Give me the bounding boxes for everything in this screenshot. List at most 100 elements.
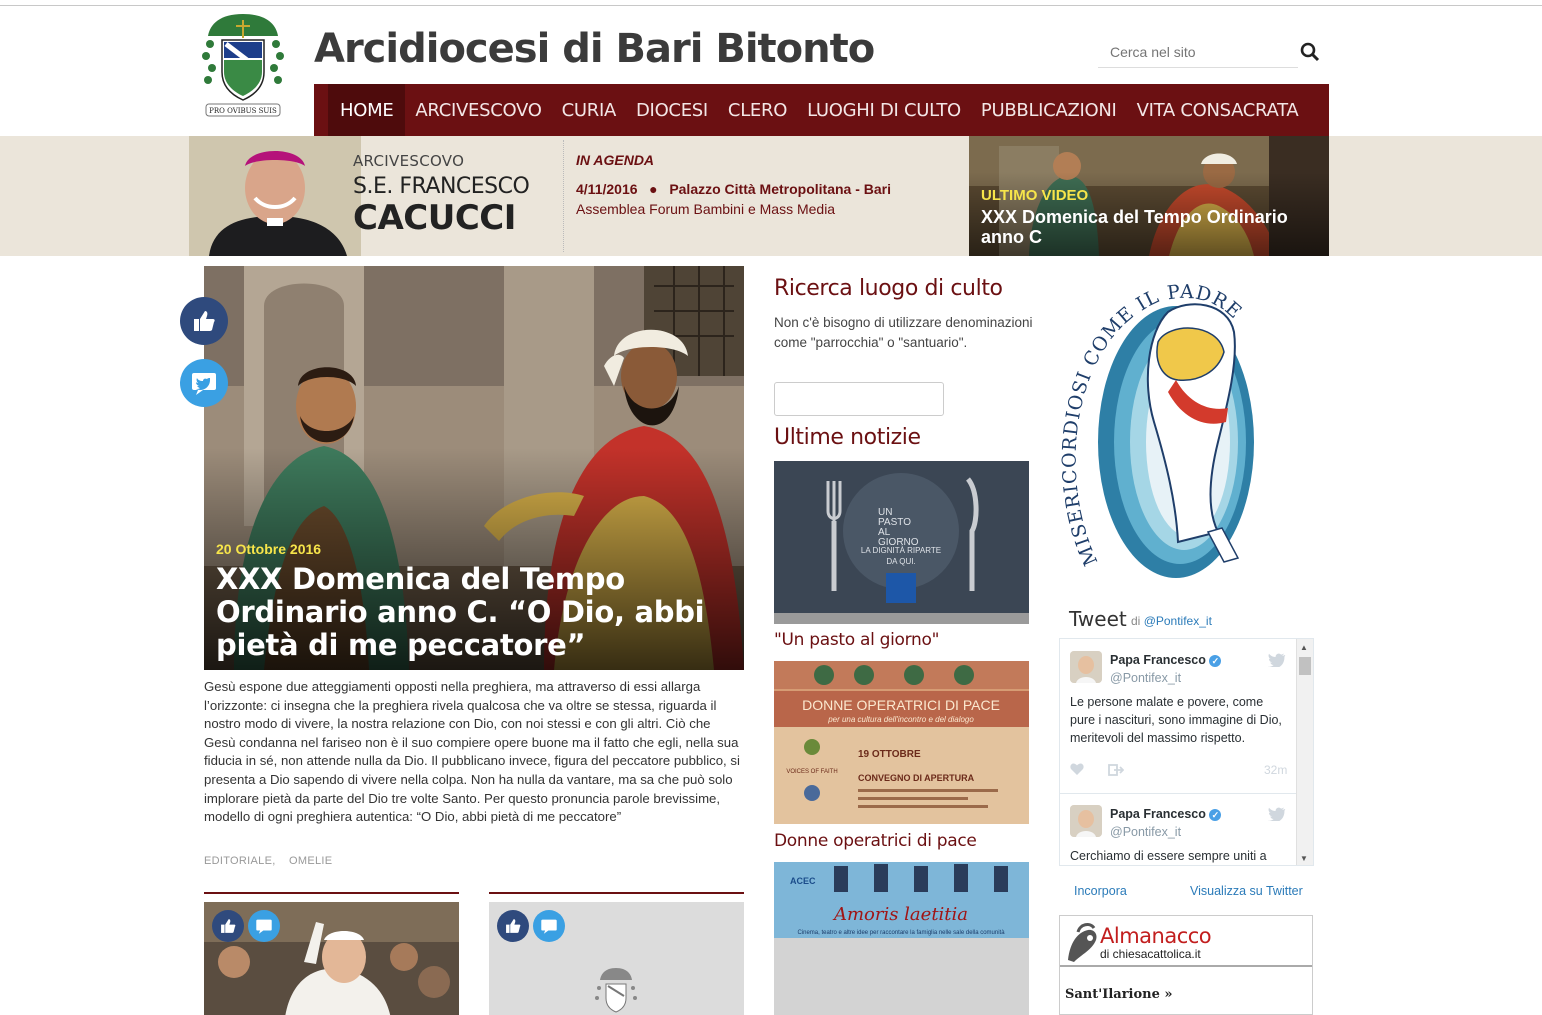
- search-input[interactable]: [1098, 38, 1298, 66]
- scroll-up-icon[interactable]: ▲: [1300, 643, 1308, 652]
- nav-item-home[interactable]: HOME: [328, 84, 406, 136]
- agenda-place: Palazzo Città Metropolitana - Bari: [669, 181, 892, 197]
- news-img-text: LA DIGNITÀ RIPARTE: [861, 546, 941, 555]
- news-img-text: Amoris laetitia: [832, 904, 968, 925]
- twitter-bird-icon: [192, 373, 216, 395]
- jubilee-of-mercy-logo[interactable]: MISERICORDIOSI COME IL PADRE: [1058, 262, 1263, 592]
- almanacco-title[interactable]: Almanacco: [1100, 924, 1212, 948]
- thumbs-up-icon: [221, 919, 236, 933]
- nav-item-luoghi-di-culto[interactable]: LUOGHI DI CULTO: [797, 84, 971, 136]
- share-icon[interactable]: [1108, 764, 1124, 776]
- card-twitter-button[interactable]: [533, 910, 565, 942]
- agenda-event[interactable]: Assemblea Forum Bambini e Mass Media: [576, 201, 835, 217]
- twitter-view-link[interactable]: Visualizza su Twitter: [1190, 884, 1303, 898]
- nav-item-pubblicazioni[interactable]: PUBBLICAZIONI: [971, 84, 1127, 136]
- twitter-bird-icon: [256, 919, 272, 934]
- search-worship-heading: Ricerca luogo di culto: [774, 276, 1003, 301]
- verified-badge-icon: ✓: [1209, 809, 1222, 821]
- almanacco-subtitle: di chiesacattolica.it: [1100, 947, 1201, 961]
- hero-excerpt: Gesù espone due atteggiamenti opposti ne…: [204, 679, 740, 825]
- tweet-author-handle[interactable]: @Pontifex_it: [1110, 671, 1181, 685]
- twitter-by-handle[interactable]: @Pontifex_it: [1144, 614, 1212, 628]
- archbishop-name-line1[interactable]: S.E. FRANCESCO: [353, 174, 530, 199]
- article-card[interactable]: [489, 892, 744, 1015]
- nav-item-arcivescovo[interactable]: ARCIVESCOVO: [405, 84, 551, 136]
- top-border: [0, 5, 1542, 6]
- latest-video-label: ULTIMO VIDEO: [981, 187, 1089, 204]
- card-like-button[interactable]: [212, 910, 244, 942]
- almanacco-widget[interactable]: Almanacco di chiesacattolica.it Sant'Ila…: [1059, 915, 1313, 1015]
- search-icon[interactable]: [1300, 42, 1320, 62]
- nav-item-curia[interactable]: CURIA: [552, 84, 626, 136]
- tweet-scrollbar[interactable]: ▲ ▼: [1296, 639, 1313, 865]
- avatar[interactable]: [1070, 651, 1102, 683]
- agenda-divider: [563, 140, 564, 252]
- latest-video-title[interactable]: XXX Domenica del Tempo Ordinario anno C: [981, 207, 1321, 247]
- news-img-text: DA QUI.: [886, 557, 915, 566]
- tweet-author-handle[interactable]: @Pontifex_it: [1110, 825, 1181, 839]
- twitter-embed-link[interactable]: Incorpora: [1074, 884, 1127, 898]
- nav-item-clero[interactable]: CLERO: [718, 84, 797, 136]
- latest-news-heading: Ultime notizie: [774, 425, 921, 450]
- tweet-item[interactable]: Papa Francesco ✓ @Pontifex_it Le persone…: [1060, 639, 1298, 789]
- avatar[interactable]: [1070, 805, 1102, 837]
- logo-motto: PRO OVIBUS SUIS: [209, 107, 277, 115]
- twitter-timeline[interactable]: Papa Francesco ✓ @Pontifex_it Le persone…: [1059, 638, 1314, 866]
- news-img-text: DONNE OPERATRICI DI PACE: [802, 697, 1000, 713]
- tweet-item[interactable]: Papa Francesco ✓ @Pontifex_it Cerchiamo …: [1060, 793, 1298, 865]
- almanacco-divider: [1060, 965, 1312, 967]
- news-img-text: CONVEGNO DI APERTURA: [858, 773, 975, 783]
- tag-editoriale[interactable]: EDITORIALE,: [204, 855, 276, 867]
- hero-title[interactable]: XXX Domenica del Tempo Ordinario anno C.…: [216, 563, 726, 662]
- scrollbar-thumb[interactable]: [1299, 657, 1311, 675]
- search-worship-input[interactable]: [774, 382, 944, 416]
- twitter-bird-icon[interactable]: [1268, 807, 1286, 821]
- news-image-pasto[interactable]: UN PASTO AL GIORNO LA DIGNITÀ RIPARTE DA…: [774, 461, 1029, 624]
- news-title-donne[interactable]: Donne operatrici di pace: [774, 831, 977, 851]
- agenda-date: 4/11/2016: [576, 181, 638, 197]
- card-twitter-button[interactable]: [248, 910, 280, 942]
- coat-of-arms-logo[interactable]: PRO OVIBUS SUIS: [200, 10, 286, 120]
- news-image-donne[interactable]: DONNE OPERATRICI DI PACE per una cultura…: [774, 661, 1029, 824]
- news-img-text: Cinema, teatro e altre idee per racconta…: [797, 930, 1005, 936]
- news-title-pasto[interactable]: "Un pasto al giorno": [774, 630, 939, 650]
- archbishop-photo[interactable]: [189, 136, 361, 256]
- news-image-amoris[interactable]: ACEC Amoris laetitia Cinema, teatro e al…: [774, 862, 1029, 1015]
- bullet-icon: ●: [641, 181, 666, 197]
- tweet-author-name[interactable]: Papa Francesco ✓: [1110, 807, 1222, 821]
- twitter-widget-heading: Tweet: [1069, 607, 1127, 631]
- tag-omelie[interactable]: OMELIE: [289, 855, 332, 867]
- hero-date: 20 Ottobre 2016: [216, 541, 322, 557]
- tweet-time[interactable]: 32m: [1264, 763, 1287, 777]
- card-like-button[interactable]: [497, 910, 529, 942]
- facebook-like-button[interactable]: [180, 297, 228, 345]
- agenda-title: IN AGENDA: [576, 152, 655, 168]
- search-worship-hint: Non c'è bisogno di utilizzare denominazi…: [774, 315, 1033, 350]
- almanacco-saint-link[interactable]: Sant'Ilarione »: [1065, 987, 1173, 1002]
- news-img-text: ACEC: [790, 876, 816, 886]
- tweet-author-label: Papa Francesco: [1110, 653, 1206, 667]
- twitter-widget-byline: di @Pontifex_it: [1131, 614, 1212, 628]
- tweet-author-label: Papa Francesco: [1110, 807, 1206, 821]
- archbishop-name-line2[interactable]: CACUCCI: [353, 198, 516, 238]
- nav-item-diocesi[interactable]: DIOCESI: [626, 84, 718, 136]
- tweet-text: Cerchiamo di essere sempre uniti a: [1070, 849, 1267, 863]
- thumbs-up-icon: [194, 311, 215, 331]
- news-img-text: 19 OTTOBRE: [858, 749, 921, 760]
- site-title[interactable]: Arcidiocesi di Bari Bitonto: [314, 26, 875, 72]
- scroll-down-icon[interactable]: ▼: [1300, 854, 1308, 863]
- twitter-bird-icon: [541, 919, 557, 934]
- nav-item-vita-consacrata[interactable]: VITA CONSACRATA: [1127, 84, 1309, 136]
- tweet-text: Le persone malate e povere, come pure i …: [1070, 695, 1282, 745]
- agenda-date-place[interactable]: 4/11/2016 ● Palazzo Città Metropolitana …: [576, 181, 891, 197]
- news-img-text: per una cultura dell'incontro e del dial…: [827, 715, 974, 724]
- heart-icon[interactable]: [1070, 763, 1084, 776]
- twitter-by-prefix: di: [1131, 614, 1141, 628]
- almanacco-logo-icon: [1068, 923, 1097, 962]
- news-img-text: VOICES OF FAITH: [786, 769, 837, 775]
- twitter-bird-icon[interactable]: [1268, 653, 1286, 667]
- search-box: [1098, 38, 1298, 68]
- tweet-author-name[interactable]: Papa Francesco ✓: [1110, 653, 1222, 667]
- twitter-share-button[interactable]: [180, 359, 228, 407]
- article-card[interactable]: [204, 892, 459, 1015]
